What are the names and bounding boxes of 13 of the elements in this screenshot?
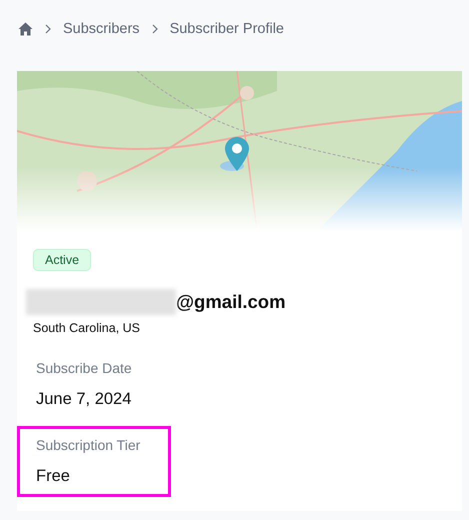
field-label: Subscription Tier — [36, 437, 140, 453]
email-text: @gmail.com — [176, 291, 286, 313]
field-label: Subscribe Date — [36, 360, 132, 376]
home-icon[interactable] — [18, 22, 33, 36]
location-text: South Carolina, US — [33, 321, 142, 335]
chevron-icon — [45, 24, 51, 34]
map-pin-icon — [224, 136, 250, 172]
breadcrumb-link[interactable]: Subscriber Profile — [170, 21, 284, 37]
breadcrumb-link[interactable]: Subscribers — [63, 21, 140, 37]
field-value: June 7, 2024 — [36, 390, 132, 409]
chevron-icon — [152, 24, 158, 34]
status-badge: Active — [33, 249, 92, 271]
field-value: Free — [36, 467, 71, 486]
